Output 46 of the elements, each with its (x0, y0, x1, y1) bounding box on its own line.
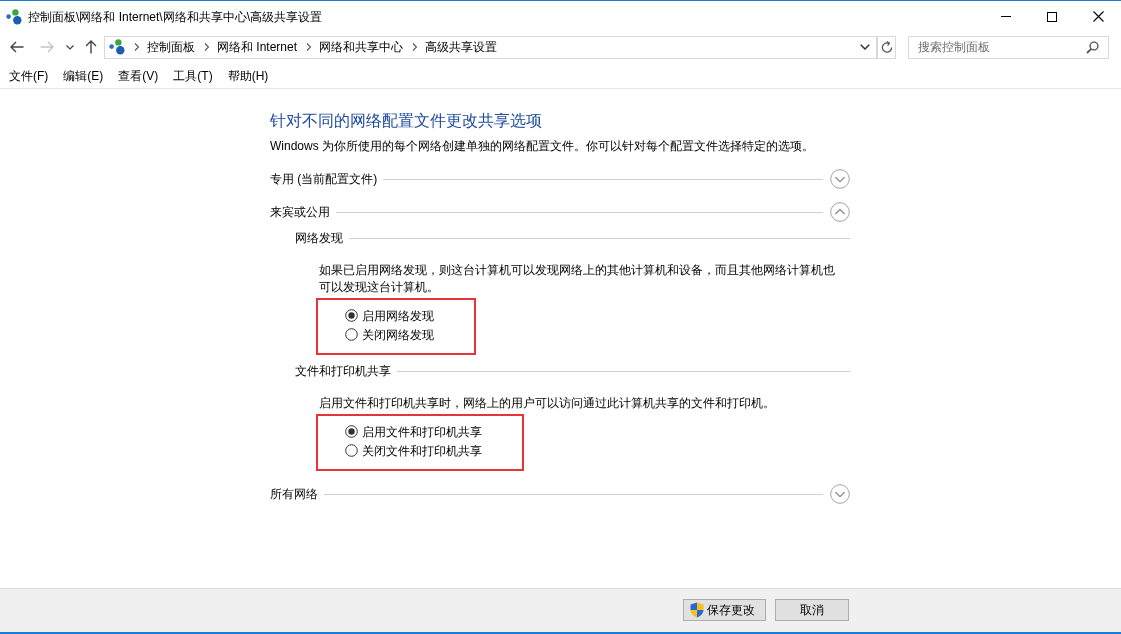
menu-item[interactable]: 查看(V) (110, 67, 166, 85)
section-title: 来宾或公用 (270, 204, 330, 220)
chevron-right-icon (134, 43, 139, 51)
group-description: 如果已启用网络发现，则这台计算机可以发现网络上的其他计算机和设备，而且其他网络计算机也可以发现这台计算机。 (319, 262, 836, 296)
menu-item[interactable]: 工具(T) (165, 67, 220, 85)
section-title: 所有网络 (270, 486, 318, 502)
radio-label: 启用文件和打印机共享 (362, 423, 482, 440)
chevron-down-icon (860, 44, 870, 50)
cancel-button[interactable]: 取消 (775, 599, 849, 621)
chevron-right-icon (412, 43, 418, 51)
collapse-chevron-icon[interactable] (830, 202, 850, 222)
group-description: 启用文件和打印机共享时，网络上的用户可以访问通过此计算机共享的文件和打印机。 (319, 395, 776, 412)
radio-label: 关闭文件和打印机共享 (362, 442, 482, 459)
radio-button[interactable] (345, 328, 358, 341)
section-title: 专用 (当前配置文件) (270, 171, 378, 187)
search-icon[interactable] (1086, 40, 1099, 54)
group-title: 网络发现 (295, 230, 343, 246)
shield-icon (690, 602, 704, 618)
address-bar[interactable]: 控制面板 网络和 Internet 网络和共享中心 高级共享设置 (104, 35, 877, 59)
search-field[interactable]: 搜索控制面板 (908, 35, 1109, 59)
radio-button[interactable] (345, 309, 358, 322)
maximize-icon (1047, 11, 1057, 22)
chevron-right-icon (306, 43, 312, 51)
page-description: Windows 为你所使用的每个网络创建单独的网络配置文件。你可以针对每个配置文件选择特定的选项。 (270, 138, 815, 155)
breadcrumb-link[interactable]: 高级共享设置 (425, 39, 498, 55)
breadcrumb-link[interactable]: 网络和共享中心 (319, 39, 404, 55)
close-icon (1092, 11, 1104, 22)
minimize-icon (1001, 16, 1011, 17)
page-heading: 针对不同的网络配置文件更改共享选项 (270, 111, 543, 131)
radio-button[interactable] (345, 444, 358, 457)
save-button[interactable]: 保存更改 (683, 599, 766, 621)
network-icon (109, 39, 125, 55)
radio-label: 启用网络发现 (362, 307, 434, 324)
menu-item[interactable]: 编辑(E) (55, 67, 111, 85)
menu-item[interactable]: 帮助(H) (219, 67, 276, 85)
menu-item[interactable]: 文件(F) (1, 67, 56, 85)
breadcrumb-link[interactable]: 网络和 Internet (217, 39, 298, 55)
radio-label: 关闭网络发现 (362, 326, 434, 343)
window-title: 控制面板\网络和 Internet\网络和共享中心\高级共享设置 (28, 8, 323, 25)
refresh-icon (880, 41, 893, 53)
group-title: 文件和打印机共享 (295, 363, 391, 379)
radio-button[interactable] (345, 425, 358, 438)
chevron-right-icon (204, 43, 209, 51)
network-icon (6, 8, 22, 25)
breadcrumb-link[interactable]: 控制面板 (147, 39, 195, 55)
refresh-button[interactable] (877, 35, 896, 59)
